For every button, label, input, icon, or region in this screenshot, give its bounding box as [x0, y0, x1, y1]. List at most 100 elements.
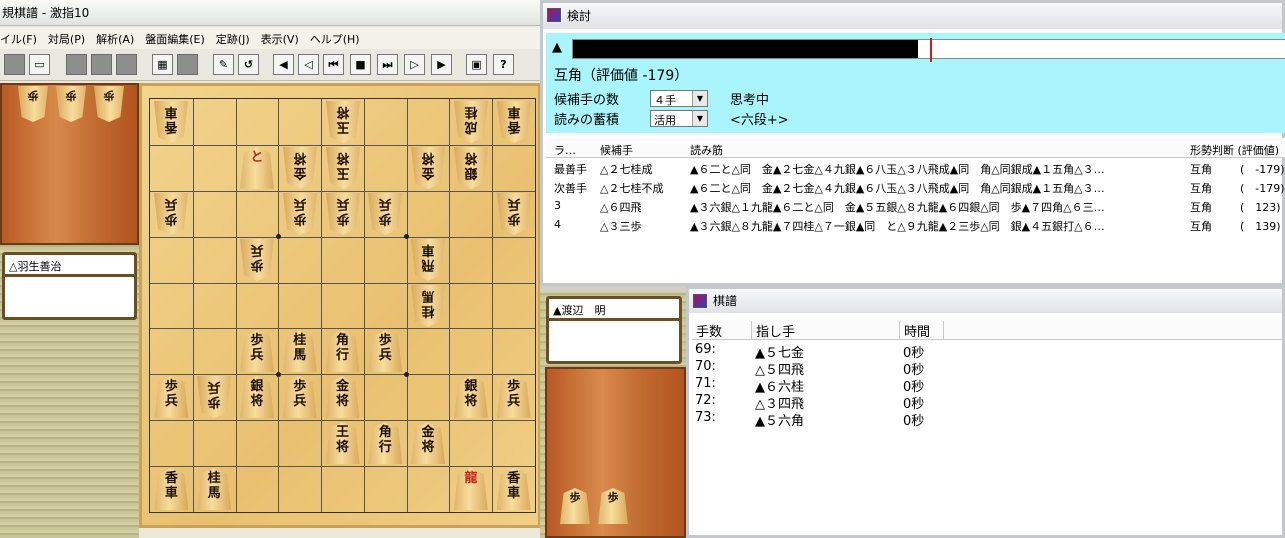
menu-game[interactable]: 対局(P) — [48, 31, 85, 47]
piece-label: 歩 兵 — [336, 195, 350, 226]
shogi-piece[interactable]: 角 行 — [368, 422, 403, 465]
hand-piece[interactable]: 歩 — [94, 86, 124, 122]
new-icon[interactable] — [4, 54, 25, 75]
shogi-piece[interactable]: 角 行 — [325, 330, 360, 373]
shogi-piece[interactable]: 香 車 — [154, 468, 189, 511]
shogi-piece[interactable]: 歩 兵 — [368, 193, 402, 235]
stop-icon[interactable]: ■ — [350, 54, 371, 75]
edit-icon[interactable]: ✎ — [213, 54, 234, 75]
candidates-select[interactable]: ４手 ▼ — [650, 90, 708, 107]
chevron-down-icon[interactable]: ▼ — [692, 111, 707, 126]
save-icon[interactable] — [66, 54, 87, 75]
shogi-piece[interactable]: 玉 将 — [326, 147, 360, 189]
kifu-row[interactable]: 70: △５四飛 0秒 — [695, 359, 1095, 378]
shogi-piece[interactable]: 桂 馬 — [411, 285, 445, 327]
shogi-piece[interactable]: 歩 兵 — [368, 330, 403, 373]
shogi-piece[interactable]: 歩 兵 — [497, 193, 531, 235]
shogi-piece[interactable]: 香 車 — [154, 101, 188, 143]
candidate-row[interactable]: 4 △３三歩 ▲３六銀△８九龍▲７四桂△７一銀▲同 と△９九龍▲２三歩△同 銀▲４五… — [546, 216, 1285, 235]
piece-label: 銀 将 — [464, 379, 478, 410]
kifu-time: 0秒 — [903, 414, 925, 429]
hand-piece[interactable]: 歩 — [598, 488, 628, 524]
shogi-piece[interactable]: 歩 兵 — [240, 239, 274, 281]
shogi-piece[interactable]: 金 将 — [283, 147, 317, 189]
menu-board-edit[interactable]: 盤面編集(E) — [145, 31, 205, 47]
shogi-piece[interactable]: 歩 兵 — [197, 376, 231, 418]
candidate-row[interactable]: 次善手 △２七桂不成 ▲６二と△同 金▲２七金△４九銀▲６八玉△３八飛成▲同 角△同… — [546, 178, 1285, 197]
col-move[interactable]: 指し手 — [756, 321, 900, 340]
shogi-piece[interactable]: 歩 兵 — [154, 193, 188, 235]
first-icon[interactable]: ◀ — [273, 54, 294, 75]
menu-file[interactable]: イル(F) — [0, 31, 37, 47]
shogi-piece[interactable]: と — [239, 146, 274, 189]
monitor-icon[interactable]: ▣ — [466, 54, 487, 75]
hand-piece[interactable]: 歩 — [18, 86, 48, 122]
col-rank[interactable]: ラ… — [554, 142, 576, 158]
shogi-piece[interactable]: 歩 兵 — [154, 376, 189, 419]
menu-view[interactable]: 表示(V) — [261, 31, 299, 47]
shogi-piece[interactable]: 玉 将 — [326, 101, 360, 143]
board-icon[interactable]: ▦ — [152, 54, 173, 75]
shogi-piece[interactable]: 桂 馬 — [282, 330, 317, 373]
candidate-line: ▲３六銀△１九龍▲６二と△同 金▲５五銀△８九龍▲６四銀△同 歩▲７四角△６三… — [690, 201, 1105, 214]
shogi-piece[interactable]: 歩 兵 — [282, 376, 317, 419]
kifu-row[interactable]: 71: ▲６六桂 0秒 — [695, 376, 1095, 395]
shogi-piece[interactable]: 成 桂 — [454, 101, 488, 143]
shogi-piece[interactable]: 王 将 — [325, 422, 360, 465]
shogi-piece[interactable]: 香 車 — [496, 468, 531, 511]
next-icon[interactable]: ▷ — [404, 54, 425, 75]
piece-label: 成 桂 — [464, 103, 478, 134]
shogi-piece[interactable]: 金 将 — [325, 376, 360, 419]
col-judge[interactable]: 形勢判断 (評価値) — [1190, 142, 1279, 158]
reading-select[interactable]: 活用 ▼ — [650, 110, 708, 127]
hand-piece[interactable]: 歩 — [560, 488, 590, 524]
shogi-piece[interactable]: 金 将 — [411, 422, 446, 465]
menu-analysis[interactable]: 解析(A) — [96, 31, 134, 47]
grid-line — [150, 420, 535, 422]
copy-icon[interactable] — [116, 54, 137, 75]
col-number[interactable]: 手数 — [696, 321, 752, 340]
kifu-row[interactable]: 72: △３四飛 0秒 — [695, 393, 1095, 412]
back-icon[interactable]: ⏮ — [323, 54, 344, 75]
col-line[interactable]: 読み筋 — [690, 142, 723, 158]
shogi-piece[interactable]: 金 将 — [411, 147, 445, 189]
shogi-piece[interactable]: 銀 将 — [454, 147, 488, 189]
print-icon[interactable] — [91, 54, 112, 75]
shogi-piece[interactable]: 歩 兵 — [326, 193, 360, 235]
undo-icon[interactable]: ↺ — [238, 54, 259, 75]
chevron-down-icon[interactable]: ▼ — [692, 91, 707, 106]
hand-piece[interactable]: 歩 — [56, 86, 86, 122]
candidates-value: ４手 — [654, 94, 676, 107]
shogi-piece[interactable]: 香 車 — [497, 101, 531, 143]
piece-label: 角 行 — [378, 425, 392, 456]
col-move[interactable]: 候補手 — [600, 142, 633, 158]
shogi-piece[interactable]: 飛 車 — [411, 239, 445, 281]
menu-joseki[interactable]: 定跡(J) — [216, 31, 250, 47]
shogi-piece[interactable]: 銀 将 — [239, 376, 274, 419]
kifu-row[interactable]: 73: ▲５六角 0秒 — [695, 410, 1095, 429]
shogi-piece[interactable]: 歩 兵 — [283, 193, 317, 235]
open-icon[interactable]: ▭ — [29, 54, 50, 75]
shogi-piece[interactable]: 歩 兵 — [496, 376, 531, 419]
prev-icon[interactable]: ◁ — [298, 54, 319, 75]
menu-help[interactable]: ヘルプ(H) — [310, 31, 360, 47]
piece-label: 龍 — [464, 471, 478, 487]
last-icon[interactable]: ▶ — [431, 54, 452, 75]
shogi-piece[interactable]: 歩 兵 — [239, 330, 274, 373]
col-time[interactable]: 時間 — [904, 321, 944, 340]
shogi-piece[interactable]: 龍 — [453, 468, 488, 511]
grid-line — [150, 282, 535, 284]
toolbar: ▭ ▦ ✎ ↺ ◀ ◁ ⏮ ■ ⏭ ▷ ▶ ▣ ? — [0, 49, 540, 81]
help-icon[interactable]: ? — [493, 54, 514, 75]
kifu-num: 70: — [695, 359, 716, 374]
shogi-piece[interactable]: 銀 将 — [453, 376, 488, 419]
piece-label: 歩 — [65, 89, 77, 102]
kifu-row[interactable]: 69: ▲５七金 0秒 — [695, 342, 1095, 361]
forward-icon[interactable]: ⏭ — [377, 54, 398, 75]
shogi-piece[interactable]: 桂 馬 — [197, 468, 232, 511]
paste-icon[interactable] — [177, 54, 198, 75]
candidate-row[interactable]: 最善手 △２七桂成 ▲６二と△同 金▲２七金△４九銀▲６八玉△３八飛成▲同 角△同銀… — [546, 159, 1285, 178]
eval-side-marker: ▲ — [552, 40, 562, 55]
candidate-row[interactable]: 3 △６四飛 ▲３六銀△１九龍▲６二と△同 金▲５五銀△８九龍▲６四銀△同 歩▲７四… — [546, 197, 1285, 216]
menu-bar: イル(F) 対局(P) 解析(A) 盤面編集(E) 定跡(J) 表示(V) ヘルプ(H) — [0, 27, 540, 49]
